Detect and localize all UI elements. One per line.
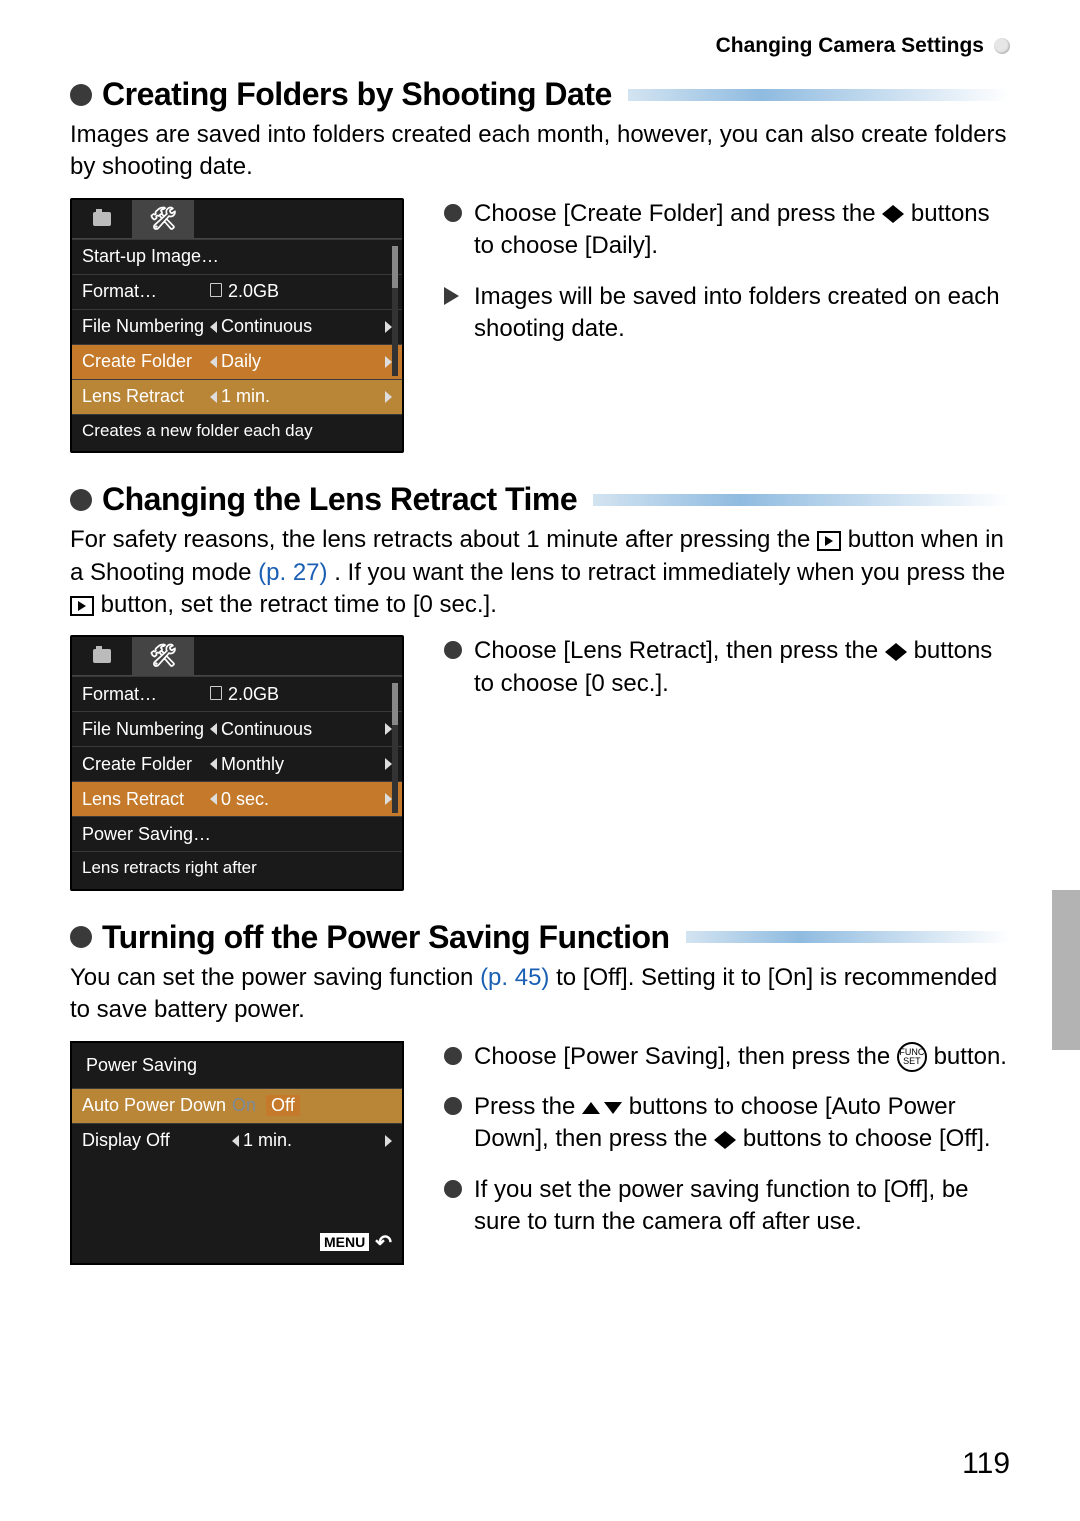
menu-row-create-folder: Create FolderDaily — [72, 344, 402, 379]
section-title-power-saving: Turning off the Power Saving Function — [70, 919, 1010, 956]
menu-row-display-off: Display Off 1 min. — [72, 1123, 402, 1158]
right-arrow-icon — [385, 391, 392, 403]
menu-row-auto-power-down: Auto Power Down OnOff — [72, 1088, 402, 1123]
bullet-icon — [444, 1047, 462, 1065]
section-title-creating-folders: Creating Folders by Shooting Date — [70, 76, 1010, 113]
up-down-buttons-icon — [582, 1102, 622, 1114]
left-right-buttons-icon — [714, 1131, 736, 1149]
note-choose-lens-retract: Choose [Lens Retract], then press the bu… — [444, 635, 1010, 700]
note-press-up-down: Press the buttons to choose [Auto Power … — [444, 1091, 1010, 1156]
right-arrow-icon — [385, 356, 392, 368]
page-reference-link[interactable]: (p. 27) — [258, 559, 327, 586]
heading-rule-icon — [628, 89, 1010, 101]
camera-icon — [93, 212, 111, 226]
bullet-icon — [70, 84, 92, 106]
header-dot-icon — [994, 38, 1010, 54]
breadcrumb: Changing Camera Settings — [70, 34, 1010, 58]
playback-button-icon — [817, 531, 841, 551]
func-set-button-icon: FUNCSET — [897, 1042, 927, 1072]
menu-row-format: Format…2.0GB — [72, 274, 402, 309]
card-icon — [210, 283, 222, 297]
scrollbar — [392, 246, 398, 376]
bullet-icon — [444, 1180, 462, 1198]
tab-tools: 🛠 — [133, 637, 194, 675]
note-images-saved: Images will be saved into folders create… — [444, 281, 1010, 346]
page-reference-link[interactable]: (p. 45) — [480, 964, 549, 991]
bullet-icon — [444, 641, 462, 659]
tab-camera — [72, 200, 133, 238]
menu-row-lens-retract: Lens Retract0 sec. — [72, 781, 402, 816]
menu-row-format: Format…2.0GB — [72, 676, 402, 711]
right-arrow-icon — [385, 1135, 392, 1147]
left-right-buttons-icon — [882, 205, 904, 223]
lcd-caption: Creates a new folder each day — [72, 414, 402, 451]
bullet-icon — [70, 489, 92, 511]
bullet-icon — [444, 204, 462, 222]
tab-camera — [72, 637, 133, 675]
left-arrow-icon — [210, 758, 217, 770]
left-arrow-icon — [210, 793, 217, 805]
section-title-lens-retract: Changing the Lens Retract Time — [70, 481, 1010, 518]
right-arrow-icon — [385, 793, 392, 805]
menu-row-file-numbering: File NumberingContinuous — [72, 711, 402, 746]
playback-button-icon — [70, 596, 94, 616]
page-number: 119 — [962, 1447, 1010, 1481]
lcd-caption: Lens retracts right after — [72, 851, 402, 888]
bullet-icon — [70, 926, 92, 948]
right-arrow-icon — [385, 723, 392, 735]
left-arrow-icon — [210, 391, 217, 403]
left-right-buttons-icon — [885, 643, 907, 661]
heading-rule-icon — [686, 931, 1010, 943]
right-arrow-icon — [385, 758, 392, 770]
card-icon — [210, 686, 222, 700]
return-icon: ↶ — [375, 1230, 392, 1255]
lcd-screenshot-create-folder: 🛠 Start-up Image… Format…2.0GB File Numb… — [70, 198, 404, 453]
left-arrow-icon — [210, 356, 217, 368]
section3-paragraph: You can set the power saving function (p… — [70, 962, 1010, 1027]
bullet-icon — [444, 1097, 462, 1115]
right-arrow-icon — [385, 321, 392, 333]
menu-row-power-saving: Power Saving… — [72, 816, 402, 851]
tab-tools: 🛠 — [133, 200, 194, 238]
left-arrow-icon — [210, 321, 217, 333]
menu-row-create-folder: Create FolderMonthly — [72, 746, 402, 781]
menu-row-lens-retract: Lens Retract1 min. — [72, 379, 402, 414]
left-arrow-icon — [232, 1135, 239, 1147]
scrollbar — [392, 683, 398, 813]
note-choose-create-folder: Choose [Create Folder] and press the but… — [444, 198, 1010, 263]
page-thumb-tab — [1052, 890, 1080, 1050]
lcd-screenshot-power-saving: Power Saving Auto Power Down OnOff Displ… — [70, 1041, 404, 1265]
note-power-off-reminder: If you set the power saving function to … — [444, 1174, 1010, 1239]
note-choose-power-saving: Choose [Power Saving], then press the FU… — [444, 1041, 1010, 1073]
camera-icon — [93, 649, 111, 663]
play-triangle-icon — [444, 287, 459, 305]
lcd-title: Power Saving — [72, 1043, 402, 1088]
heading-rule-icon — [593, 494, 1010, 506]
menu-row-file-numbering: File NumberingContinuous — [72, 309, 402, 344]
menu-return-indicator: MENU↶ — [320, 1230, 392, 1255]
wrench-icon: 🛠 — [149, 643, 177, 669]
section2-paragraph: For safety reasons, the lens retracts ab… — [70, 524, 1010, 621]
section1-paragraph: Images are saved into folders created ea… — [70, 119, 1010, 184]
left-arrow-icon — [210, 723, 217, 735]
wrench-icon: 🛠 — [149, 206, 177, 232]
menu-row-startup-image: Start-up Image… — [72, 239, 402, 274]
lcd-screenshot-lens-retract: 🛠 Format…2.0GB File NumberingContinuous … — [70, 635, 404, 890]
